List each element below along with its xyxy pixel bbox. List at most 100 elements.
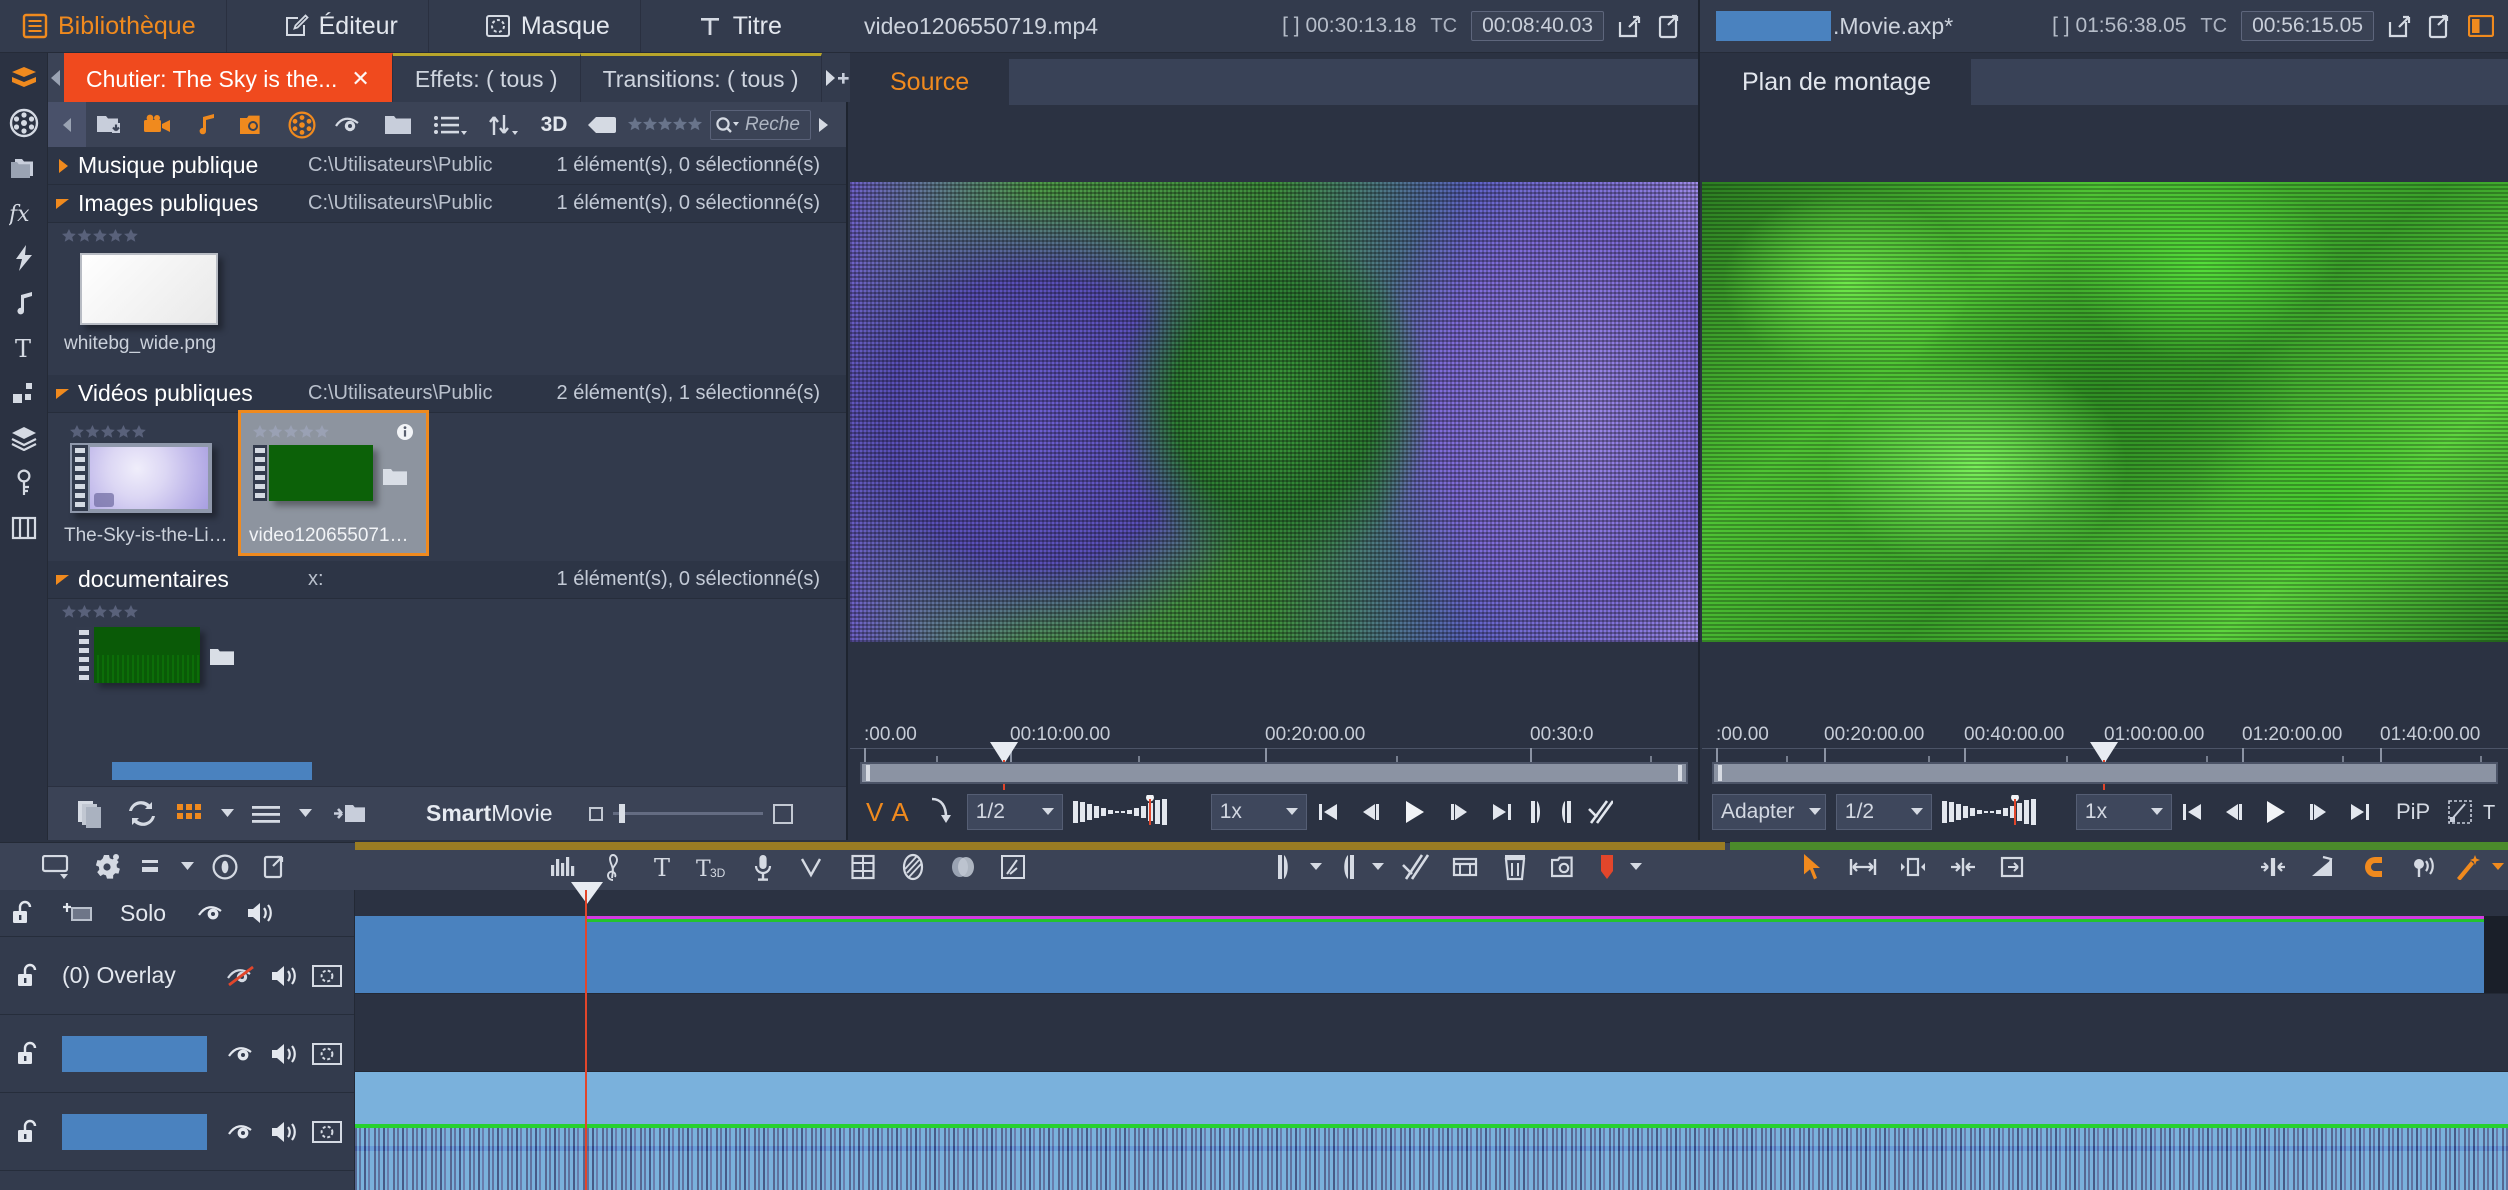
timeline-timecode-field[interactable]: 00:56:15.05 [2241,11,2374,41]
rail-item-layers[interactable] [4,423,44,453]
unlock-icon[interactable] [16,963,44,989]
source-ruler[interactable]: :00.00 00:10:00.00 00:20:00.00 00:30:0 [850,712,1698,762]
expand-triangle-icon[interactable] [48,158,78,174]
jump-end-button[interactable] [2340,788,2380,836]
speaker-icon[interactable] [270,1120,300,1144]
list-view-button[interactable] [242,787,290,841]
speaker-icon[interactable] [270,964,300,988]
slider-track[interactable] [613,812,763,815]
loop-button[interactable] [919,788,961,836]
track-lane-2[interactable] [355,994,2508,1072]
rail-item-folders[interactable] [4,153,44,183]
speaker-icon[interactable] [246,901,276,925]
monitor-icon[interactable] [312,1120,342,1144]
rail-item-storyboard[interactable] [4,513,44,543]
timeline-tracks[interactable] [355,890,2508,1190]
collapse-triangle-icon[interactable] [48,573,78,587]
library-group-documentaires[interactable]: documentaires x: 1 élément(s), 0 sélecti… [48,561,846,599]
refresh-button[interactable] [116,787,168,841]
library-tab-chutier[interactable]: Chutier: The Sky is the... ✕ [64,53,393,102]
track-row-overlay[interactable]: (0) Overlay [0,937,354,1015]
photo-filter-button[interactable] [230,102,278,147]
collapse-triangle-icon[interactable] [48,387,78,401]
track-name-field[interactable] [62,1036,207,1072]
thumbnail-size-slider[interactable] [589,804,793,824]
grid-view-dropdown[interactable] [212,787,242,841]
add-track-icon[interactable] [62,901,94,925]
module-bibliotheque[interactable]: Bibliothèque [0,0,226,52]
unlock-icon[interactable] [10,898,40,928]
library-group-videos-publiques[interactable]: Vidéos publiques C:\Utilisateurs\Public … [48,375,846,413]
video-toggle[interactable]: V [860,797,889,828]
track-height-button[interactable] [132,843,174,891]
scrollbar-thumb[interactable] [862,764,1686,782]
rating-stars[interactable] [48,599,846,619]
library-group-images-publiques[interactable]: Images publiques C:\Utilisateurs\Public … [48,185,846,223]
rail-item-effects[interactable]: fx [4,198,44,228]
preview-toggle-button[interactable] [326,102,374,147]
fullscreen-icon[interactable] [2428,13,2454,39]
eye-icon[interactable] [228,1120,258,1144]
pip-edit-button[interactable] [2440,788,2480,836]
library-item[interactable]: whitebg_wide.png [56,243,241,361]
timeline-quality-select[interactable]: 1/2 [1836,794,1932,830]
track-lane-3[interactable] [355,1072,2508,1190]
eye-off-icon[interactable] [226,964,258,988]
sort-button[interactable] [478,102,530,147]
export-folder-button[interactable] [320,787,380,841]
tabs-scroll-left-button[interactable] [48,53,64,102]
scrollbar-grip-left[interactable] [866,765,870,781]
source-quality-select[interactable]: 1/2 [967,794,1063,830]
collapse-triangle-icon[interactable] [48,197,78,211]
unlock-icon[interactable] [16,1041,44,1067]
pip-overflow-button[interactable]: T [2481,788,2498,836]
tabs-scroll-right-button[interactable] [822,53,838,102]
track-row-3[interactable] [0,1093,354,1171]
module-titre[interactable]: Titre [641,0,812,52]
fullscreen-icon[interactable] [1658,13,1684,39]
timeline-audio-meter[interactable] [1942,795,2066,829]
timeline-playhead-handle[interactable] [571,882,603,904]
jump-start-button[interactable] [2172,788,2212,836]
source-speed-select[interactable]: 1x [1211,794,1307,830]
jump-end-button[interactable] [1481,788,1523,836]
rating-stars[interactable] [249,419,329,441]
audio-toggle[interactable]: A [889,797,918,828]
track-height-dropdown[interactable] [174,843,200,891]
split-button[interactable] [1579,788,1621,836]
scrollbar-thumb[interactable] [1714,764,2496,782]
rail-item-transitions[interactable] [4,243,44,273]
toolbar-collapse-button[interactable] [48,102,86,147]
mark-out-button[interactable] [1551,788,1579,836]
rail-item-audio[interactable] [4,288,44,318]
monitor-icon[interactable] [312,1042,342,1066]
search-submit-button[interactable] [811,102,837,147]
source-scrollbar[interactable] [860,762,1688,784]
source-video-area[interactable] [850,111,1698,712]
list-view-button[interactable] [422,102,478,147]
rating-stars[interactable] [48,223,846,243]
track-row-2[interactable] [0,1015,354,1093]
library-item-video1206550719[interactable]: video1206550719.m... [241,413,426,553]
module-masque[interactable]: Masque [429,0,640,52]
fit-select[interactable]: Adapter [1712,794,1826,830]
mark-in-button[interactable] [1523,788,1551,836]
timeline-settings-button[interactable] [32,843,82,891]
timeline-player-scrollbar[interactable] [1712,762,2498,784]
jump-start-button[interactable] [1307,788,1349,836]
import-folder-button[interactable] [86,102,134,147]
eye-icon[interactable] [198,903,228,923]
scrollbar-grip-left[interactable] [1718,765,1722,781]
timeline-video-area[interactable] [1702,111,2508,712]
speaker-icon[interactable] [270,1042,300,1066]
track-lane-overlay[interactable] [355,916,2508,994]
timeline-speed-select[interactable]: 1x [2076,794,2172,830]
rating-stars[interactable] [64,419,233,441]
timeline-clip[interactable] [587,916,2484,993]
library-item-documentaire[interactable] [56,619,241,737]
unlock-icon[interactable] [16,1119,44,1145]
library-tab-effets[interactable]: Effets: ( tous ) [393,53,581,102]
scrollbar-grip-right[interactable] [1678,765,1682,781]
step-forward-button[interactable] [2299,788,2339,836]
timeline-clip[interactable] [355,916,587,993]
